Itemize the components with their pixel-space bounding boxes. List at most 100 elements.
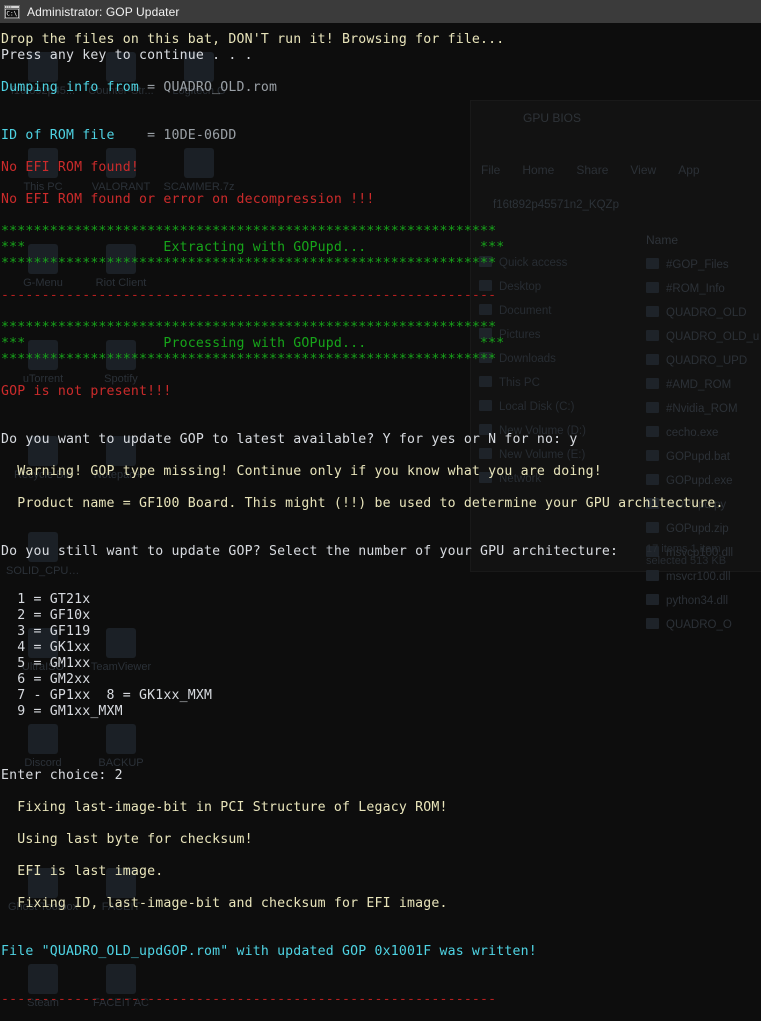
console-line-segment: 2 = GF10x xyxy=(1,608,91,623)
console-line-segment: ID of ROM file xyxy=(1,128,115,143)
console-line: 4 = GK1xx xyxy=(1,640,761,656)
console-line: Warning! GOP type missing! Continue only… xyxy=(1,464,761,480)
console-line-segment: ****************************************… xyxy=(1,224,497,239)
console-line: 6 = GM2xx xyxy=(1,672,761,688)
console-line-segment: ----------------------------------------… xyxy=(1,288,497,303)
console-line: GOP is not present!!! xyxy=(1,384,761,400)
console-line-segment: Drop the files on this bat, DON'T run it… xyxy=(1,32,505,47)
console-line-segment: ****************************************… xyxy=(1,352,497,367)
console-line-segment: 9 = GM1xx_MXM xyxy=(1,704,123,719)
console-line: 7 - GP1xx 8 = GK1xx_MXM xyxy=(1,688,761,704)
console-line-segment: 3 = GF119 xyxy=(1,624,91,639)
console-line: ****************************************… xyxy=(1,352,761,368)
console-line: ID of ROM file = 10DE-06DD xyxy=(1,128,761,144)
console-line-segment: Dumping info from xyxy=(1,80,140,95)
console-line: *** Extracting with GOPupd... *** xyxy=(1,240,761,256)
console-line-segment: ****************************************… xyxy=(1,320,497,335)
console-line-segment: 6 = GM2xx xyxy=(1,672,91,687)
console-line: Fixing last-image-bit in PCI Structure o… xyxy=(1,800,761,816)
console-line-segment: 5 = GM1xx xyxy=(1,656,91,671)
console-line-segment: Using last byte for checksum! xyxy=(1,832,253,847)
console-line: 5 = GM1xx xyxy=(1,656,761,672)
console-output[interactable]: Drop the files on this bat, DON'T run it… xyxy=(0,23,761,1021)
console-line-segment: Fixing last-image-bit in PCI Structure o… xyxy=(1,800,448,815)
console-line: File "QUADRO_OLD_updGOP.rom" with update… xyxy=(1,944,761,960)
console-line: No EFI ROM found! xyxy=(1,160,761,176)
console-line-segment: = QUADRO_OLD.rom xyxy=(139,80,278,95)
console-line: ****************************************… xyxy=(1,320,761,336)
console-line: ****************************************… xyxy=(1,224,761,240)
console-line-segment: Enter choice: 2 xyxy=(1,768,123,783)
console-line-segment: ****************************************… xyxy=(1,256,497,271)
console-line: No EFI ROM found or error on decompressi… xyxy=(1,192,761,208)
console-line-segment: No EFI ROM found or error on decompressi… xyxy=(1,192,375,207)
console-line: 9 = GM1xx_MXM xyxy=(1,704,761,720)
console-line-segment: 4 = GK1xx xyxy=(1,640,91,655)
console-line: EFI is last image. xyxy=(1,864,761,880)
console-line-segment: File "QUADRO_OLD_updGOP.rom" with update… xyxy=(1,944,537,959)
console-line-segment: 7 - GP1xx 8 = GK1xx_MXM xyxy=(1,688,213,703)
console-line-segment: Product name = GF100 Board. This might (… xyxy=(1,496,724,511)
console-line-segment: Do you want to update GOP to latest avai… xyxy=(1,432,578,447)
console-line-segment: Do you still want to update GOP? Select … xyxy=(1,544,619,559)
console-line-segment: *** Extracting with GOPupd... *** xyxy=(1,240,505,255)
console-line: Fixing ID, last-image-bit and checksum f… xyxy=(1,896,761,912)
console-line-segment: Fixing ID, last-image-bit and checksum f… xyxy=(1,896,448,911)
console-line: Enter choice: 2 xyxy=(1,768,761,784)
console-line-segment: *** Processing with GOPupd... *** xyxy=(1,336,505,351)
console-line: ****************************************… xyxy=(1,256,761,272)
console-line-segment: 1 = GT21x xyxy=(1,592,91,607)
console-line-segment: Press any key to continue . . . xyxy=(1,48,253,63)
console-line: Press any key to continue . . . xyxy=(1,48,761,64)
window-titlebar[interactable]: C:\ Administrator: GOP Updater xyxy=(0,0,761,23)
console-line: 3 = GF119 xyxy=(1,624,761,640)
console-line: Product name = GF100 Board. This might (… xyxy=(1,496,761,512)
command-prompt-icon: C:\ xyxy=(4,4,20,20)
console-line-segment: No EFI ROM found! xyxy=(1,160,140,175)
console-line: Do you still want to update GOP? Select … xyxy=(1,544,761,560)
console-line: ----------------------------------------… xyxy=(1,992,761,1008)
console-line: 2 = GF10x xyxy=(1,608,761,624)
console-line-segment: EFI is last image. xyxy=(1,864,164,879)
console-line-segment: = 10DE-06DD xyxy=(114,128,237,143)
console-line: 1 = GT21x xyxy=(1,592,761,608)
console-line: Dumping info from = QUADRO_OLD.rom xyxy=(1,80,761,96)
console-line: *** Processing with GOPupd... *** xyxy=(1,336,761,352)
console-line-segment: Warning! GOP type missing! Continue only… xyxy=(1,464,602,479)
console-window: GPU BIOS File Home Share View App f16t892p45… xyxy=(0,0,761,1021)
console-line: Drop the files on this bat, DON'T run it… xyxy=(1,32,761,48)
console-line: Using last byte for checksum! xyxy=(1,832,761,848)
console-line: Do you want to update GOP to latest avai… xyxy=(1,432,761,448)
console-line-segment: ----------------------------------------… xyxy=(1,992,497,1007)
svg-text:C:\: C:\ xyxy=(6,10,17,17)
console-line-segment: GOP is not present!!! xyxy=(1,384,172,399)
